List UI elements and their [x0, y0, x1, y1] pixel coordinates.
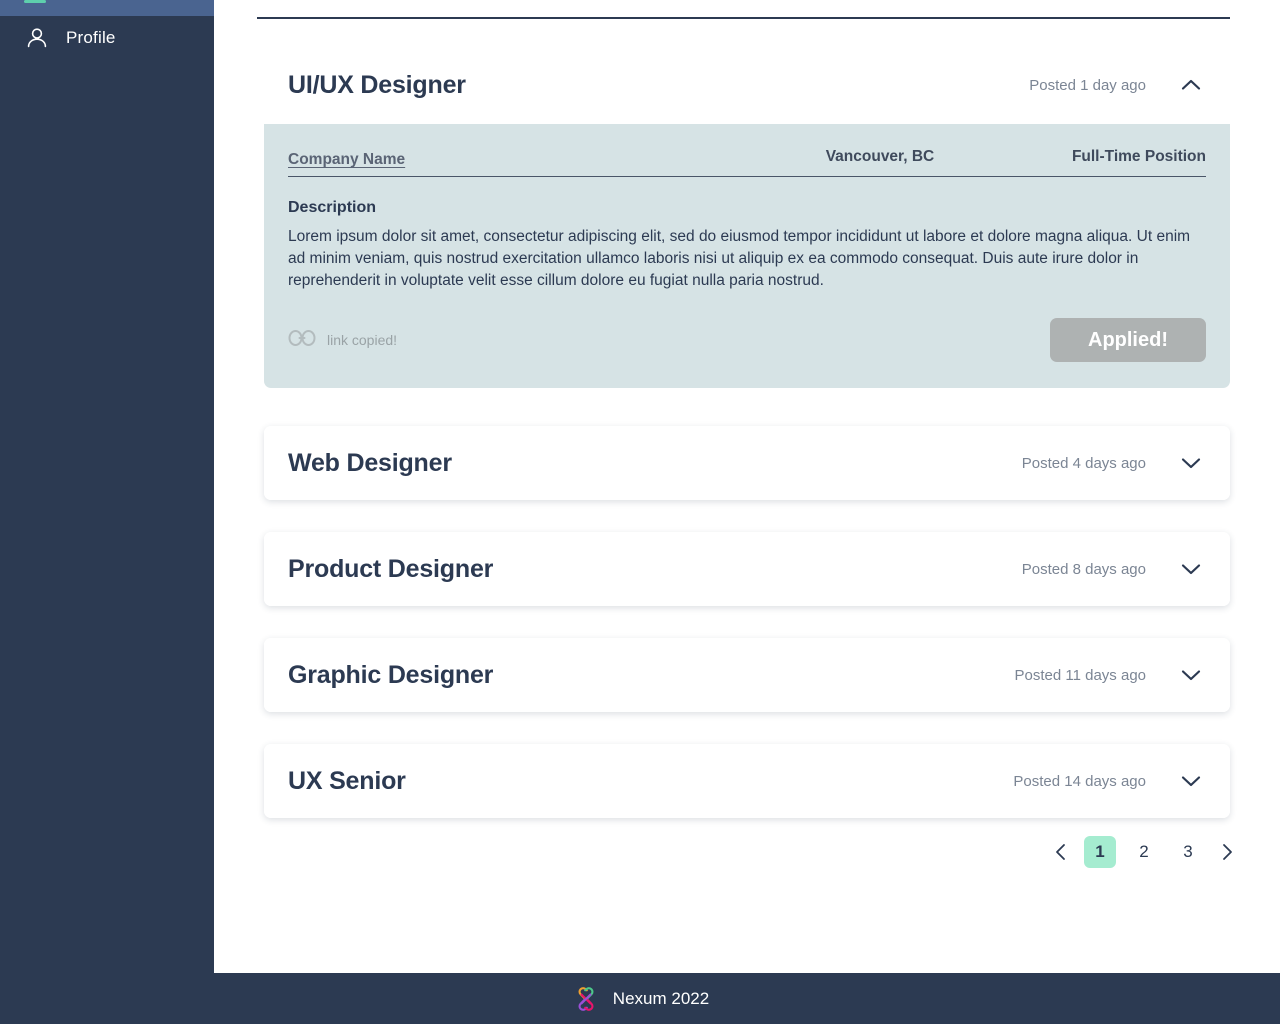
chevron-down-icon[interactable] [1174, 446, 1208, 480]
chevron-down-icon[interactable] [1174, 764, 1208, 798]
footer-text: Nexum 2022 [612, 988, 710, 1008]
job-posted-date: Posted 4 days ago [1021, 454, 1146, 472]
job-actions-row: link copied! Applied! [288, 318, 1206, 362]
pagination-next-button[interactable] [1212, 837, 1242, 867]
chevron-down-icon[interactable] [1174, 658, 1208, 692]
job-title: Product Designer [288, 554, 494, 583]
job-meta-row: Company Name Vancouver, BC Full-Time Pos… [288, 148, 1206, 177]
job-posted-date: Posted 11 days ago [1014, 666, 1146, 684]
applied-button[interactable]: Applied! [1050, 318, 1206, 362]
active-accent-indicator [24, 0, 46, 3]
job-posted-date: Posted 14 days ago [1013, 772, 1146, 790]
job-card: Product Designer Posted 8 days ago [264, 532, 1230, 606]
job-card-expanded: UI/UX Designer Posted 1 day ago Company … [264, 46, 1230, 388]
job-posted-date: Posted 8 days ago [1021, 560, 1146, 578]
chevron-up-icon[interactable] [1174, 68, 1208, 102]
sidebar-item-profile[interactable]: Profile [0, 12, 214, 64]
job-detail-panel: Company Name Vancouver, BC Full-Time Pos… [264, 124, 1230, 388]
nexum-logo-icon [571, 984, 601, 1014]
job-posted-date: Posted 1 day ago [1029, 76, 1146, 94]
top-divider [257, 17, 1230, 19]
user-icon [22, 23, 52, 53]
main-content: UI/UX Designer Posted 1 day ago Company … [214, 0, 1280, 973]
link-icon [288, 328, 316, 353]
job-card-header[interactable]: Graphic Designer Posted 11 days ago [264, 638, 1230, 712]
app-root: Profile UI/UX Designer Posted 1 day ago [0, 0, 1280, 1024]
link-copied-label: link copied! [327, 332, 398, 348]
description-label: Description [288, 199, 377, 216]
job-list: UI/UX Designer Posted 1 day ago Company … [264, 46, 1230, 850]
job-type: Full-Time Position [1071, 148, 1206, 165]
job-title: UX Senior [288, 766, 406, 795]
job-location: Vancouver, BC [825, 148, 935, 165]
pagination-page-3[interactable]: 3 [1172, 836, 1204, 868]
pagination-prev-button[interactable] [1046, 837, 1076, 867]
copy-link-status[interactable]: link copied! [288, 328, 1050, 353]
job-card-header[interactable]: UI/UX Designer Posted 1 day ago [264, 46, 1230, 124]
pagination-page-2[interactable]: 2 [1128, 836, 1160, 868]
chevron-down-icon[interactable] [1174, 552, 1208, 586]
job-title: Web Designer [288, 448, 452, 477]
job-title: Graphic Designer [288, 660, 494, 689]
footer: Nexum 2022 [0, 973, 1280, 1024]
job-card: Web Designer Posted 4 days ago [264, 426, 1230, 500]
pagination-page-1[interactable]: 1 [1084, 836, 1116, 868]
job-card-header[interactable]: UX Senior Posted 14 days ago [264, 744, 1230, 818]
job-card-header[interactable]: Web Designer Posted 4 days ago [264, 426, 1230, 500]
job-card-header[interactable]: Product Designer Posted 8 days ago [264, 532, 1230, 606]
sidebar: Profile [0, 0, 214, 973]
description-text: Lorem ipsum dolor sit amet, consectetur … [288, 228, 1191, 289]
company-name-link[interactable]: Company Name [288, 151, 688, 169]
job-card: Graphic Designer Posted 11 days ago [264, 638, 1230, 712]
sidebar-item-profile-label: Profile [66, 28, 116, 47]
job-title: UI/UX Designer [288, 70, 466, 99]
pagination: 1 2 3 [1046, 836, 1242, 868]
job-card: UX Senior Posted 14 days ago [264, 744, 1230, 818]
